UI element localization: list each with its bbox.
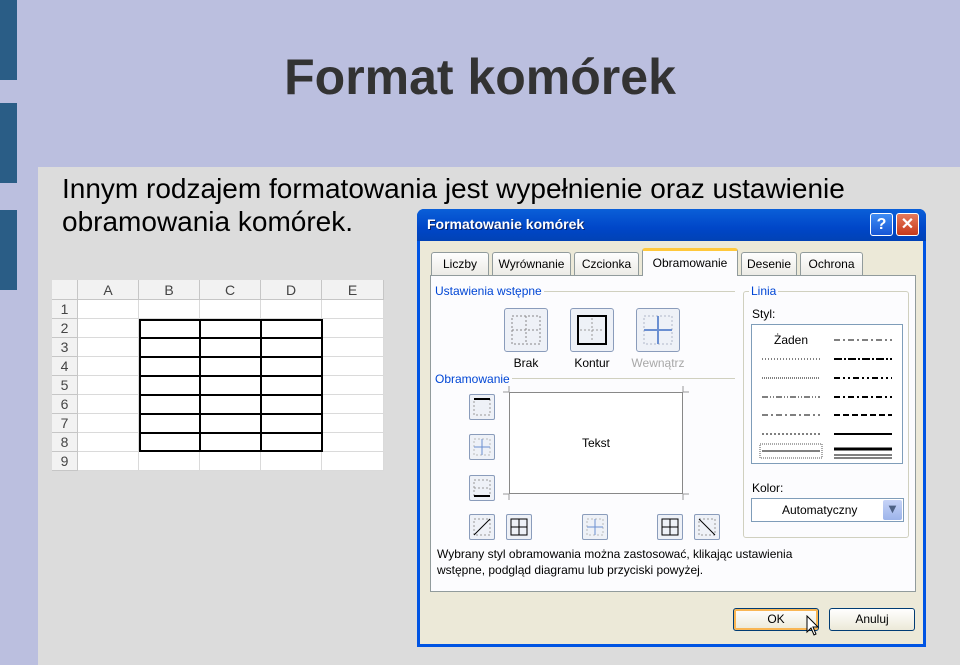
top-border-icon [473,398,491,416]
left-border-icon [510,518,528,536]
preset-inside-button[interactable] [636,308,680,352]
line-style-list[interactable]: Żaden [751,324,903,464]
cell-border [139,375,323,377]
accent-bar [0,103,17,183]
gridline [383,300,384,471]
column-header[interactable]: E [322,280,384,300]
row-header[interactable]: 3 [52,338,78,357]
mouse-pointer-icon [806,615,820,636]
body-line: Innym rodzajem formatowania jest wypełni… [62,173,845,204]
style-label: Styl: [752,307,776,321]
select-all-corner[interactable] [52,280,78,300]
tab-desenie[interactable]: Desenie [741,252,797,275]
diagonal-down-button[interactable] [694,514,720,540]
inside-border-icon [643,315,673,345]
column-header[interactable]: A [78,280,139,300]
right-border-button[interactable] [657,514,683,540]
tab-czcionka[interactable]: Czcionka [574,252,639,275]
help-button[interactable]: ? [870,213,893,236]
line-style-none[interactable]: Żaden [774,333,808,347]
info-line: wstępne, podgląd diagramu lub przyciski … [437,563,704,577]
cell-border [139,394,323,396]
preset-outline-label: Kontur [574,356,610,370]
column-header[interactable]: D [261,280,322,300]
color-value: Automatyczny [782,503,858,517]
left-border-button[interactable] [506,514,532,540]
dialog-title: Formatowanie komórek [427,216,585,232]
inside-vertical-button[interactable] [582,514,608,540]
chevron-down-icon[interactable]: ▼ [883,500,902,520]
cell-border [139,432,323,434]
cell-border [139,356,323,358]
no-border-icon [511,315,541,345]
dialog-titlebar[interactable]: Formatowanie komórek ? ✕ [417,209,926,241]
gridline [78,470,384,471]
tab-ochrona[interactable]: Ochrona [800,252,863,275]
row-header[interactable]: 5 [52,376,78,395]
row-header[interactable]: 7 [52,414,78,433]
preset-outline-button[interactable] [570,308,614,352]
tab-obramowanie[interactable]: Obramowanie [642,248,738,276]
preview-text: Tekst [581,436,610,450]
tab-liczby[interactable]: Liczby [431,252,489,275]
color-dropdown[interactable]: Automatyczny ▼ [751,498,904,522]
color-label: Kolor: [752,481,784,495]
info-text: Wybrany styl obramowania można zastosowa… [437,546,807,578]
diagonal-up-button[interactable] [469,514,495,540]
cell-border [199,319,201,452]
bottom-border-icon [473,479,491,497]
preset-inside-label: Wewnątrz [631,356,685,370]
line-group-label: Linia [749,284,779,298]
top-border-button[interactable] [469,394,495,420]
cell-border [139,413,323,415]
row-header[interactable]: 1 [52,300,78,319]
cell-border [139,337,323,339]
row-header[interactable]: 4 [52,357,78,376]
dialog-body: Liczby Wyrównanie Czcionka Obramowanie D… [420,241,923,644]
accent-bar [0,210,17,290]
bottom-border-button[interactable] [469,475,495,501]
presets-group-label: Ustawienia wstępne [433,284,544,298]
cancel-button[interactable]: Anuluj [829,608,915,631]
row-header[interactable]: 8 [52,433,78,452]
slide-title: Format komórek [284,49,676,105]
outline-border-icon [577,315,607,345]
spreadsheet: A B C D E 1 2 3 4 5 6 7 8 9 [52,280,384,471]
border-tab-panel: Ustawienia wstępne Brak Kontur Wewnątrz … [430,275,916,592]
column-header[interactable]: B [139,280,200,300]
close-button[interactable]: ✕ [896,213,919,236]
diagonal-up-icon [473,518,491,536]
right-border-icon [661,518,679,536]
row-header[interactable]: 9 [52,452,78,471]
column-header[interactable]: C [200,280,261,300]
row-header[interactable]: 6 [52,395,78,414]
format-cells-dialog: Formatowanie komórek ? ✕ Liczby Wyrównan… [417,209,926,647]
preset-none-button[interactable] [504,308,548,352]
row-header[interactable]: 2 [52,319,78,338]
inside-horizontal-icon [473,438,491,456]
cell-border [260,319,262,452]
diagonal-down-icon [698,518,716,536]
info-line: Wybrany styl obramowania można zastosowa… [437,547,793,561]
inside-vertical-icon [586,518,604,536]
tab-wyrownanie[interactable]: Wyrównanie [492,252,571,275]
border-group-label: Obramowanie [433,372,512,386]
preset-none-label: Brak [513,356,539,370]
inside-horizontal-button[interactable] [469,434,495,460]
